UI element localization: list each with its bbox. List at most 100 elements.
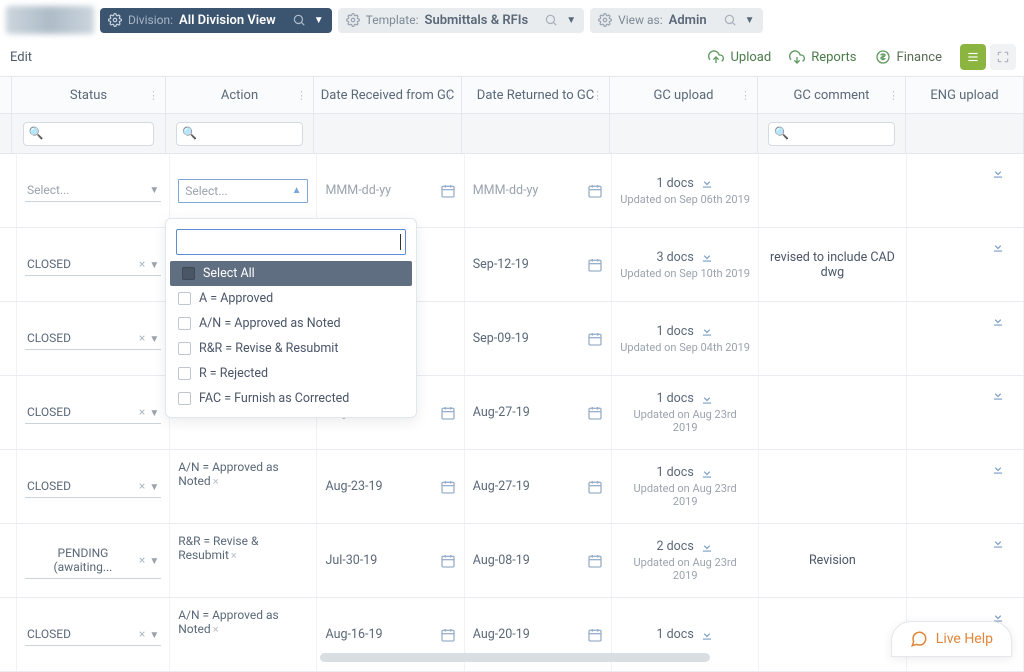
gc-comment-cell[interactable] (759, 450, 906, 523)
chevron-down-icon[interactable]: ▼ (314, 15, 324, 26)
col-header-gc-comment[interactable]: GC comment⋮ (758, 77, 906, 113)
template-selector[interactable]: Template: Submittals & RFIs ▼ (338, 8, 584, 33)
download-icon[interactable] (700, 324, 714, 338)
checkbox-icon[interactable] (178, 367, 191, 380)
date-received-cell[interactable]: Aug-16-19 (325, 627, 455, 643)
dropdown-option[interactable]: FAC = Furnish as Corrected (166, 386, 416, 411)
clear-icon[interactable]: × (213, 623, 219, 636)
calendar-icon[interactable] (587, 257, 603, 273)
horizontal-scrollbar[interactable] (320, 653, 710, 662)
download-icon[interactable] (700, 250, 714, 264)
col-header-date-received[interactable]: Date Received from GC⋮ (314, 77, 462, 113)
download-icon[interactable] (700, 392, 714, 406)
status-select[interactable]: CLOSED×▼ (25, 253, 161, 276)
action-filter[interactable]: 🔍 (176, 122, 302, 146)
status-select[interactable]: CLOSED×▼ (25, 327, 161, 350)
status-select[interactable]: Select...▼ (25, 179, 161, 202)
gc-upload-cell[interactable]: 1 docsUpdated on Sep 04th 2019 (620, 324, 750, 354)
dropdown-select-all[interactable]: Select All (170, 261, 412, 286)
dropdown-option[interactable]: R = Rejected (166, 361, 416, 386)
download-icon[interactable] (991, 166, 1005, 180)
calendar-icon[interactable] (587, 331, 603, 347)
download-icon[interactable] (991, 388, 1005, 402)
date-returned-cell[interactable]: MMM-dd-yy (473, 183, 603, 199)
gc-comment-cell[interactable] (759, 302, 906, 375)
gcc-filter[interactable]: 🔍 (768, 122, 894, 146)
status-select[interactable]: PENDING (awaiting...×▼ (25, 542, 161, 579)
dropdown-search[interactable] (176, 229, 406, 255)
viewas-selector[interactable]: View as: Admin ▼ (590, 8, 762, 33)
gc-comment-cell[interactable] (759, 598, 906, 671)
status-select[interactable]: CLOSED×▼ (25, 623, 161, 646)
calendar-icon[interactable] (440, 479, 456, 495)
date-returned-cell[interactable]: Aug-27-19 (473, 405, 603, 421)
search-icon[interactable] (544, 13, 558, 27)
col-header-date-returned[interactable]: Date Returned to GC⋮ (462, 77, 610, 113)
finance-link[interactable]: Finance (875, 49, 942, 65)
action-dropdown[interactable]: Select All A = Approved A/N = Approved a… (165, 218, 417, 418)
checkbox-icon[interactable] (182, 267, 195, 280)
column-menu-icon[interactable]: ⋮ (444, 90, 455, 101)
column-menu-icon[interactable]: ⋮ (592, 90, 603, 101)
dropdown-option[interactable]: A/N = Approved as Noted (166, 311, 416, 336)
gc-comment-cell[interactable]: Revision (759, 524, 906, 597)
clear-icon[interactable]: × (139, 479, 145, 493)
action-select-open[interactable]: Select...▲ (178, 179, 308, 203)
checkbox-icon[interactable] (178, 342, 191, 355)
date-returned-cell[interactable]: Sep-12-19 (473, 257, 603, 273)
checkbox-icon[interactable] (178, 292, 191, 305)
gc-upload-cell[interactable]: 1 docsUpdated on Sep 06th 2019 (620, 176, 750, 206)
col-header-status[interactable]: Status⋮ (12, 77, 166, 113)
column-menu-icon[interactable]: ⋮ (740, 90, 751, 101)
checkbox-icon[interactable] (178, 317, 191, 330)
dropdown-search-input[interactable] (181, 235, 398, 250)
gc-comment-cell[interactable] (759, 154, 906, 227)
date-received-cell[interactable]: Aug-23-19 (325, 479, 455, 495)
search-icon[interactable] (292, 13, 306, 27)
status-select[interactable]: CLOSED×▼ (25, 475, 161, 498)
gc-comment-cell[interactable]: revised to include CAD dwg (759, 228, 906, 301)
download-icon[interactable] (991, 240, 1005, 254)
column-menu-icon[interactable]: ⋮ (296, 90, 307, 101)
gc-upload-cell[interactable]: 1 docsUpdated on Aug 23rd 2019 (620, 391, 750, 434)
col-header-gc-upload[interactable]: GC upload⋮ (610, 77, 758, 113)
calendar-icon[interactable] (587, 627, 603, 643)
column-menu-icon[interactable]: ⋮ (888, 90, 899, 101)
column-menu-icon[interactable]: ⋮ (148, 90, 159, 101)
chevron-down-icon[interactable]: ▼ (745, 15, 755, 26)
date-returned-cell[interactable]: Aug-20-19 (473, 627, 603, 643)
download-icon[interactable] (700, 540, 714, 554)
date-received-cell[interactable]: Jul-30-19 (325, 553, 455, 569)
dropdown-option[interactable]: A = Approved (166, 286, 416, 311)
gc-upload-cell[interactable]: 1 docs (620, 627, 750, 642)
download-icon[interactable] (700, 466, 714, 480)
download-icon[interactable] (700, 176, 714, 190)
download-icon[interactable] (700, 628, 714, 642)
calendar-icon[interactable] (587, 479, 603, 495)
date-received-cell[interactable]: MMM-dd-yy (325, 183, 455, 199)
clear-icon[interactable]: × (139, 627, 145, 641)
calendar-icon[interactable] (440, 553, 456, 569)
date-returned-cell[interactable]: Aug-08-19 (473, 553, 603, 569)
upload-link[interactable]: Upload (708, 49, 771, 65)
action-value[interactable]: A/N = Approved as Noted× (178, 460, 308, 488)
status-filter[interactable]: 🔍 (23, 122, 155, 146)
download-icon[interactable] (991, 536, 1005, 550)
clear-icon[interactable]: × (213, 475, 219, 488)
search-icon[interactable] (723, 13, 737, 27)
clear-icon[interactable]: × (231, 549, 237, 562)
date-returned-cell[interactable]: Sep-09-19 (473, 331, 603, 347)
chevron-down-icon[interactable]: ▼ (566, 15, 576, 26)
status-select[interactable]: CLOSED×▼ (25, 401, 161, 424)
col-header-action[interactable]: Action⋮ (166, 77, 314, 113)
gc-comment-cell[interactable] (759, 376, 906, 449)
edit-link[interactable]: Edit (10, 50, 32, 65)
dropdown-option[interactable]: R&R = Revise & Resubmit (166, 336, 416, 361)
calendar-icon[interactable] (587, 553, 603, 569)
calendar-icon[interactable] (440, 627, 456, 643)
download-icon[interactable] (991, 314, 1005, 328)
view-list-button[interactable] (960, 44, 986, 70)
clear-icon[interactable]: × (139, 553, 145, 567)
calendar-icon[interactable] (587, 183, 603, 199)
gc-upload-cell[interactable]: 3 docsUpdated on Sep 10th 2019 (620, 250, 750, 280)
